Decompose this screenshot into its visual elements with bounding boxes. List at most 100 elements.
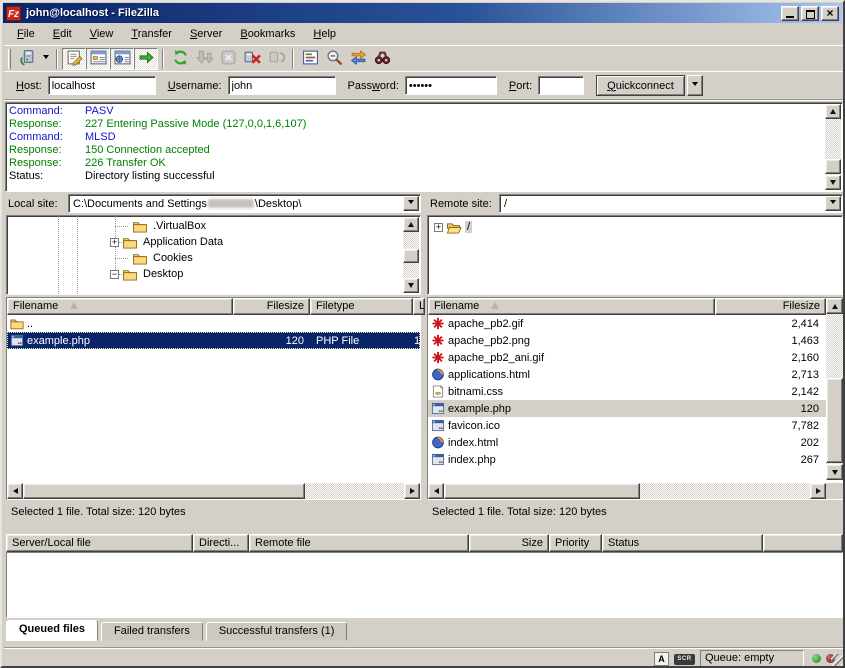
tab-successful-transfers-1-[interactable]: Successful transfers (1)	[206, 622, 348, 641]
port-label: Port:	[509, 80, 532, 92]
queue-column-header-status[interactable]: Status	[602, 534, 763, 552]
toggle-remote-tree-button[interactable]	[110, 48, 134, 70]
queue-column-header-directi-[interactable]: Directi...	[193, 534, 249, 552]
transfer-type-icon[interactable]: A	[654, 652, 669, 666]
local-site-combobox[interactable]: C:\Documents and Settings\Desktop\	[68, 194, 421, 213]
queue-column-header-size[interactable]: Size	[469, 534, 549, 552]
reconnect-button[interactable]	[264, 48, 288, 70]
refresh-button[interactable]	[168, 48, 192, 70]
process-queue-button[interactable]	[192, 48, 216, 70]
remote-list-vscrollbar-thumb[interactable]	[826, 378, 843, 463]
column-header-filetype[interactable]: Filetype	[310, 298, 413, 315]
quickconnect-dropdown-button[interactable]	[687, 75, 703, 96]
tree-item--virtualbox[interactable]: .VirtualBox	[129, 218, 208, 234]
transfer-queue-body[interactable]	[6, 552, 843, 618]
tree-expand-icon[interactable]: +	[110, 238, 119, 247]
directory-listing-filters-button[interactable]	[298, 48, 322, 70]
local-tree-scroll-up-button[interactable]	[403, 217, 419, 232]
log-scroll-up-button[interactable]	[825, 104, 841, 119]
password-label: Password:	[348, 80, 399, 92]
remote-list-hscrollbar-thumb[interactable]	[444, 483, 640, 499]
local-site-dropdown-button[interactable]	[403, 196, 419, 211]
menu-bookmarks[interactable]: Bookmarks	[231, 26, 304, 42]
synchronized-browsing-button[interactable]	[346, 48, 370, 70]
queue-column-header-filler[interactable]	[763, 534, 843, 552]
log-scrollbar-thumb[interactable]	[825, 159, 841, 174]
redacted-username	[208, 199, 254, 208]
local-list-hscrollbar-thumb[interactable]	[23, 483, 305, 499]
queue-column-header-priority[interactable]: Priority	[549, 534, 602, 552]
host-input[interactable]	[48, 76, 156, 95]
tree-collapse-icon[interactable]: −	[110, 270, 119, 279]
column-header-filesize[interactable]: Filesize	[233, 298, 310, 315]
remote-list-scroll-left-button[interactable]	[428, 483, 444, 499]
resize-grip[interactable]	[831, 654, 844, 667]
username-input[interactable]	[228, 76, 336, 95]
local-tree-scrollbar-thumb[interactable]	[403, 249, 419, 263]
column-header-filename[interactable]: Filename	[428, 298, 715, 315]
tree-item-application-data[interactable]: +Application Data	[110, 234, 225, 250]
file-row-apache-pb2-ani-gif[interactable]: apache_pb2_ani.gif2,160	[428, 349, 826, 366]
disconnect-button[interactable]	[240, 48, 264, 70]
port-input[interactable]	[538, 76, 584, 95]
toggle-local-tree-button[interactable]	[86, 48, 110, 70]
file-row-apache-pb2-gif[interactable]: apache_pb2.gif2,414	[428, 315, 826, 332]
file-row-favicon-ico[interactable]: favicon.ico7,782	[428, 417, 826, 434]
refresh-icon	[172, 49, 189, 69]
password-input[interactable]	[405, 76, 497, 95]
titlebar[interactable]: Fz john@localhost - FileZilla ×	[3, 3, 842, 23]
tab-queued-files[interactable]: Queued files	[6, 620, 98, 641]
maximize-button[interactable]	[801, 6, 819, 21]
site-manager-button[interactable]	[15, 48, 39, 70]
tree-item-cookies[interactable]: Cookies	[129, 250, 195, 266]
file-row-example-php[interactable]: example.php120PHP File1	[7, 332, 420, 349]
column-header-l[interactable]: L	[413, 298, 425, 315]
queue-column-header-remote-file[interactable]: Remote file	[249, 534, 469, 552]
close-button[interactable]: ×	[821, 6, 839, 21]
file-row--[interactable]: ..	[7, 315, 420, 332]
remote-list-scroll-up-button[interactable]	[826, 298, 843, 314]
tree-expand-icon[interactable]: +	[434, 223, 443, 232]
minimize-button[interactable]	[781, 6, 799, 21]
local-directory-tree[interactable]: .VirtualBox+Application DataCookies−Desk…	[6, 215, 421, 295]
tab-failed-transfers[interactable]: Failed transfers	[101, 622, 203, 641]
remote-site-label: Remote site:	[430, 198, 492, 210]
menu-edit[interactable]: Edit	[44, 26, 81, 42]
remote-directory-tree[interactable]: +/	[427, 215, 843, 295]
file-row-apache-pb2-png[interactable]: apache_pb2.png1,463	[428, 332, 826, 349]
column-header-filesize[interactable]: Filesize	[715, 298, 826, 315]
quickconnect-button[interactable]: Quickconnect	[596, 75, 685, 96]
toggle-transfer-queue-button[interactable]	[134, 48, 158, 70]
tree-item-desktop[interactable]: −Desktop	[110, 266, 185, 282]
menu-transfer[interactable]: Transfer	[122, 26, 181, 42]
remote-list-scroll-right-button[interactable]	[810, 483, 826, 499]
file-row-example-php[interactable]: example.php120	[428, 400, 826, 417]
local-list-scroll-right-button[interactable]	[404, 483, 420, 499]
remote-site-dropdown-button[interactable]	[825, 196, 841, 211]
remote-list-scroll-down-button[interactable]	[826, 464, 843, 480]
local-tree-scroll-down-button[interactable]	[403, 278, 419, 293]
file-row-applications-html[interactable]: applications.html2,713	[428, 366, 826, 383]
menu-server[interactable]: Server	[181, 26, 231, 42]
log-scroll-down-button[interactable]	[825, 175, 841, 190]
chevron-down-icon	[408, 200, 414, 207]
file-row-index-php[interactable]: index.php267	[428, 451, 826, 468]
toggle-message-log-button[interactable]	[62, 48, 86, 70]
find-files-button[interactable]	[370, 48, 394, 70]
queue-column-header-server-local-file[interactable]: Server/Local file	[6, 534, 193, 552]
cancel-operation-button[interactable]	[216, 48, 240, 70]
file-row-bitnami-css[interactable]: bitnami.css2,142	[428, 383, 826, 400]
directory-comparison-button[interactable]	[322, 48, 346, 70]
menu-view[interactable]: View	[81, 26, 123, 42]
remote-site-combobox[interactable]: /	[499, 194, 843, 213]
toolbar-grip[interactable]	[8, 49, 11, 69]
column-header-filename[interactable]: Filename	[7, 298, 233, 315]
local-list-scroll-left-button[interactable]	[7, 483, 23, 499]
site-manager-dropdown-button[interactable]	[39, 48, 52, 70]
file-row-index-html[interactable]: index.html202	[428, 434, 826, 451]
tree-item-root[interactable]: +/	[434, 219, 472, 235]
menu-help[interactable]: Help	[304, 26, 345, 42]
local-file-list[interactable]: FilenameFilesizeFiletypeL..example.php12…	[6, 297, 421, 500]
menu-file[interactable]: File	[8, 26, 44, 42]
remote-file-list[interactable]: FilenameFilesizeapache_pb2.gif2,414apach…	[427, 297, 843, 500]
